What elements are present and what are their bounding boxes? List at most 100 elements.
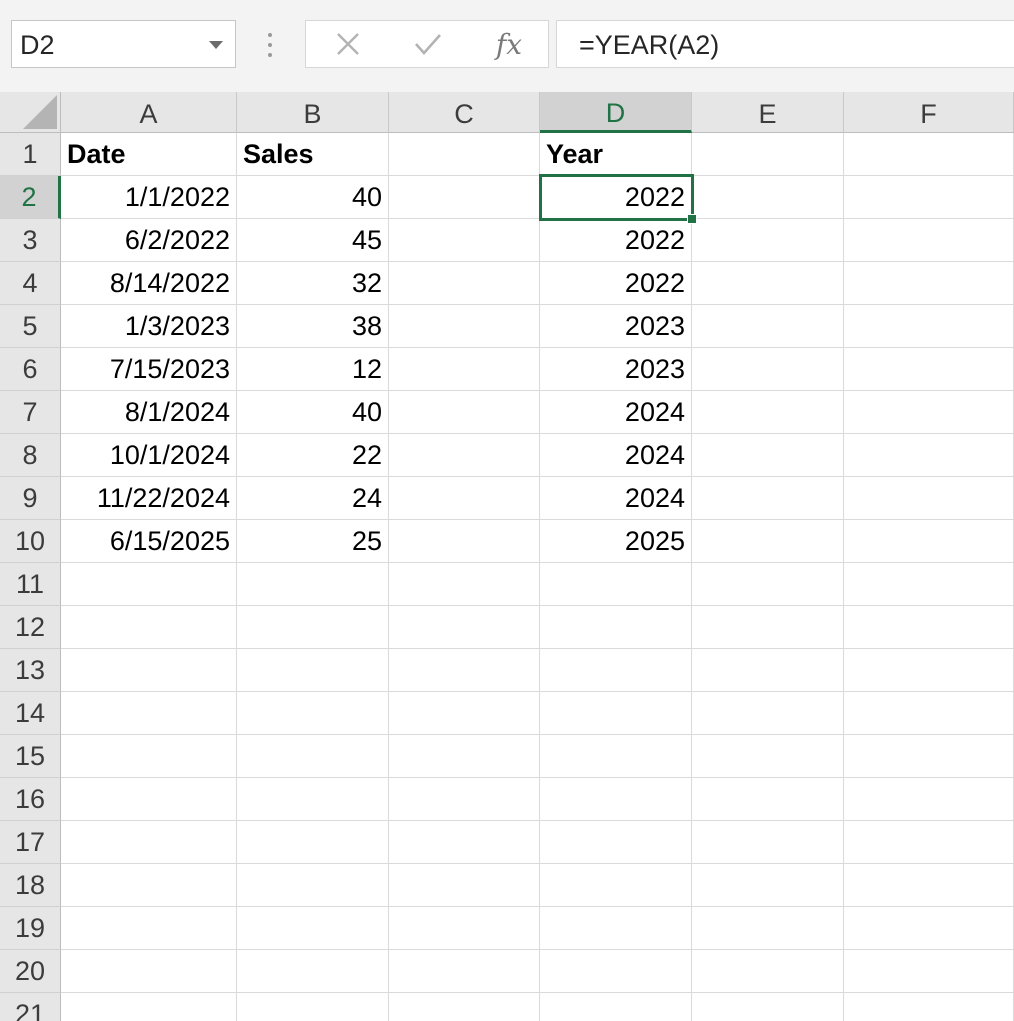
cell-a20[interactable] [61,950,237,993]
row-header-19[interactable]: 19 [0,907,61,950]
cell-c20[interactable] [389,950,540,993]
cell-d3[interactable]: 2022 [540,219,692,262]
row-header-7[interactable]: 7 [0,391,61,434]
cell-e8[interactable] [692,434,844,477]
row-header-15[interactable]: 15 [0,735,61,778]
cell-d15[interactable] [540,735,692,778]
cell-c10[interactable] [389,520,540,563]
cell-a10[interactable]: 6/15/2025 [61,520,237,563]
cell-a5[interactable]: 1/3/2023 [61,305,237,348]
column-header-c[interactable]: C [389,92,540,133]
cell-a14[interactable] [61,692,237,735]
enter-button[interactable] [406,21,450,67]
cell-d10[interactable]: 2025 [540,520,692,563]
cell-d4[interactable]: 2022 [540,262,692,305]
cell-a7[interactable]: 8/1/2024 [61,391,237,434]
cell-e21[interactable] [692,993,844,1021]
row-header-20[interactable]: 20 [0,950,61,993]
row-header-11[interactable]: 11 [0,563,61,606]
cancel-button[interactable] [326,21,370,67]
cell-a8[interactable]: 10/1/2024 [61,434,237,477]
row-header-21[interactable]: 21 [0,993,61,1021]
cell-a9[interactable]: 11/22/2024 [61,477,237,520]
cell-f10[interactable] [844,520,1014,563]
cell-e17[interactable] [692,821,844,864]
cell-d20[interactable] [540,950,692,993]
cell-d7[interactable]: 2024 [540,391,692,434]
cell-b6[interactable]: 12 [237,348,389,391]
cell-b9[interactable]: 24 [237,477,389,520]
cell-a6[interactable]: 7/15/2023 [61,348,237,391]
cell-f16[interactable] [844,778,1014,821]
cell-e19[interactable] [692,907,844,950]
cell-d19[interactable] [540,907,692,950]
cell-d17[interactable] [540,821,692,864]
cell-c19[interactable] [389,907,540,950]
cell-b8[interactable]: 22 [237,434,389,477]
cell-b13[interactable] [237,649,389,692]
row-header-6[interactable]: 6 [0,348,61,391]
cell-f19[interactable] [844,907,1014,950]
cell-d11[interactable] [540,563,692,606]
cell-e16[interactable] [692,778,844,821]
cell-b2[interactable]: 40 [237,176,389,219]
cell-a4[interactable]: 8/14/2022 [61,262,237,305]
cell-a19[interactable] [61,907,237,950]
cell-c5[interactable] [389,305,540,348]
cell-f17[interactable] [844,821,1014,864]
cell-d18[interactable] [540,864,692,907]
cell-b15[interactable] [237,735,389,778]
row-header-12[interactable]: 12 [0,606,61,649]
cell-c12[interactable] [389,606,540,649]
cell-a2[interactable]: 1/1/2022 [61,176,237,219]
column-header-e[interactable]: E [692,92,844,133]
cell-d5[interactable]: 2023 [540,305,692,348]
cell-c14[interactable] [389,692,540,735]
cell-b3[interactable]: 45 [237,219,389,262]
fill-handle[interactable] [687,214,697,224]
cell-f12[interactable] [844,606,1014,649]
select-all-button[interactable] [0,92,61,133]
column-header-b[interactable]: B [237,92,389,133]
cell-a18[interactable] [61,864,237,907]
cell-f18[interactable] [844,864,1014,907]
cell-b21[interactable] [237,993,389,1021]
row-header-13[interactable]: 13 [0,649,61,692]
cell-c2[interactable] [389,176,540,219]
row-header-16[interactable]: 16 [0,778,61,821]
cell-e14[interactable] [692,692,844,735]
cell-a3[interactable]: 6/2/2022 [61,219,237,262]
cell-a1[interactable]: Date [61,133,237,176]
cell-d2[interactable]: 2022 [540,176,692,219]
cell-b10[interactable]: 25 [237,520,389,563]
row-header-5[interactable]: 5 [0,305,61,348]
row-header-4[interactable]: 4 [0,262,61,305]
cell-c1[interactable] [389,133,540,176]
cell-a21[interactable] [61,993,237,1021]
cell-d12[interactable] [540,606,692,649]
cell-c21[interactable] [389,993,540,1021]
cell-f13[interactable] [844,649,1014,692]
cell-b7[interactable]: 40 [237,391,389,434]
chevron-down-icon[interactable] [209,41,223,49]
cell-f7[interactable] [844,391,1014,434]
cell-e15[interactable] [692,735,844,778]
row-header-1[interactable]: 1 [0,133,61,176]
cell-f11[interactable] [844,563,1014,606]
cell-a13[interactable] [61,649,237,692]
cell-b1[interactable]: Sales [237,133,389,176]
cell-c13[interactable] [389,649,540,692]
cell-f6[interactable] [844,348,1014,391]
cell-c6[interactable] [389,348,540,391]
column-header-f[interactable]: F [844,92,1014,133]
cell-c3[interactable] [389,219,540,262]
cell-c4[interactable] [389,262,540,305]
row-header-8[interactable]: 8 [0,434,61,477]
cell-e11[interactable] [692,563,844,606]
cell-d9[interactable]: 2024 [540,477,692,520]
cell-f2[interactable] [844,176,1014,219]
cell-b4[interactable]: 32 [237,262,389,305]
row-header-14[interactable]: 14 [0,692,61,735]
cell-c9[interactable] [389,477,540,520]
cell-a11[interactable] [61,563,237,606]
